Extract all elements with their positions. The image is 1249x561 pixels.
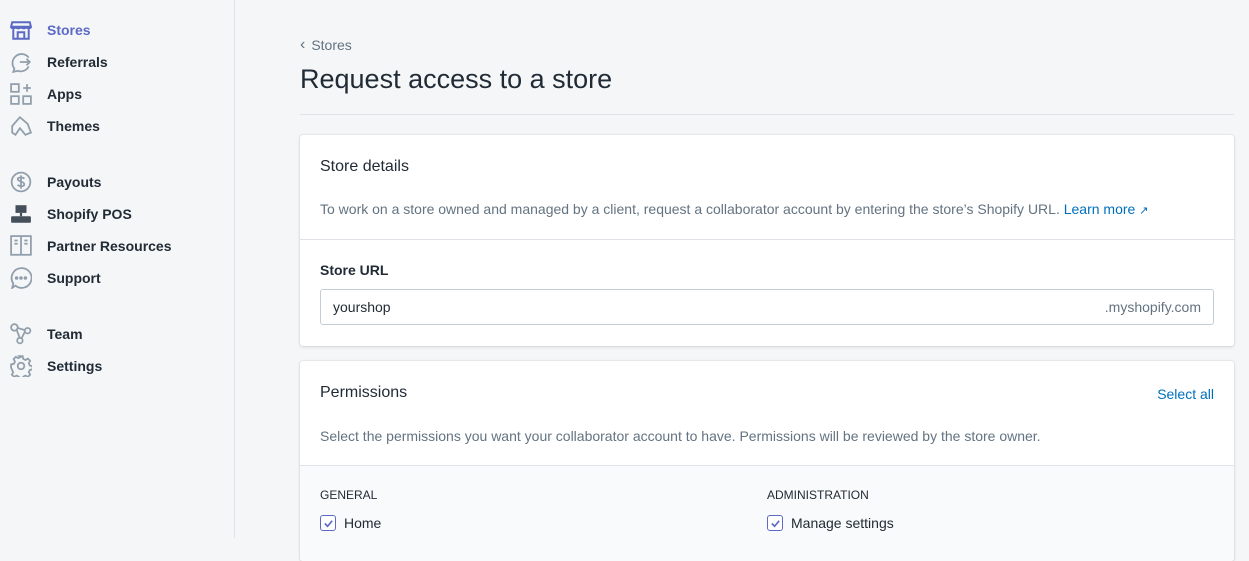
sidebar-item-themes[interactable]: Themes bbox=[10, 114, 100, 138]
sidebar-item-team[interactable]: Team bbox=[10, 322, 83, 346]
sidebar-item-label: Payouts bbox=[47, 174, 102, 190]
sidebar-item-referrals[interactable]: Referrals bbox=[10, 50, 108, 74]
breadcrumb-back-link[interactable]: ‹ Stores bbox=[300, 36, 352, 54]
sidebar-item-stores[interactable]: Stores bbox=[10, 18, 91, 42]
referrals-icon bbox=[11, 53, 32, 73]
general-heading: GENERAL bbox=[320, 488, 378, 502]
select-all-link[interactable]: Select all bbox=[1157, 386, 1214, 402]
chevron-left-icon: ‹ bbox=[300, 36, 306, 53]
checkbox-checked-icon bbox=[767, 515, 783, 531]
dollar-icon bbox=[10, 171, 32, 193]
checkbox-checked-icon bbox=[320, 515, 336, 531]
sidebar-item-settings[interactable]: Settings bbox=[10, 354, 102, 378]
store-details-card: Store details To work on a store owned a… bbox=[300, 135, 1234, 346]
team-icon bbox=[10, 323, 32, 345]
book-icon bbox=[10, 235, 32, 256]
page-title: Request access to a store bbox=[300, 64, 613, 94]
permission-label: Home bbox=[344, 515, 382, 531]
sidebar-item-label: Stores bbox=[47, 22, 91, 38]
store-url-suffix: .myshopify.com bbox=[1104, 299, 1201, 315]
permissions-title: Permissions bbox=[320, 384, 408, 401]
external-link-icon: ↗ bbox=[1139, 205, 1149, 217]
store-details-title: Store details bbox=[320, 158, 409, 175]
store-url-input[interactable]: yourshop .myshopify.com bbox=[320, 289, 1214, 325]
administration-heading: ADMINISTRATION bbox=[767, 488, 869, 502]
sidebar-item-label: Shopify POS bbox=[47, 206, 132, 222]
store-details-description: To work on a store owned and managed by … bbox=[320, 201, 1148, 217]
sidebar-item-label: Partner Resources bbox=[47, 238, 172, 254]
sidebar: Stores Referrals Apps Themes Payouts Sho… bbox=[0, 0, 235, 538]
sidebar-item-label: Apps bbox=[47, 86, 82, 102]
permission-manage-settings-checkbox[interactable]: Manage settings bbox=[767, 515, 894, 531]
sidebar-item-support[interactable]: Support bbox=[10, 266, 101, 290]
permission-home-checkbox[interactable]: Home bbox=[320, 515, 381, 531]
breadcrumb-label: Stores bbox=[311, 37, 352, 53]
learn-more-label: Learn more bbox=[1063, 201, 1136, 217]
header-divider bbox=[300, 114, 1234, 115]
apps-icon bbox=[10, 83, 32, 105]
store-url-label: Store URL bbox=[320, 262, 389, 278]
sidebar-item-label: Settings bbox=[47, 358, 103, 374]
divider bbox=[300, 239, 1234, 240]
chat-icon bbox=[10, 267, 32, 289]
pos-icon bbox=[11, 205, 31, 223]
sidebar-item-label: Team bbox=[47, 326, 83, 342]
sidebar-item-label: Referrals bbox=[47, 54, 108, 70]
sidebar-item-label: Themes bbox=[47, 118, 100, 134]
permissions-description: Select the permissions you want your col… bbox=[320, 428, 1041, 444]
store-url-value: yourshop bbox=[333, 299, 391, 315]
sidebar-item-partner-resources[interactable]: Partner Resources bbox=[10, 234, 172, 258]
permissions-card: Permissions Select all Select the permis… bbox=[300, 361, 1234, 561]
sidebar-item-payouts[interactable]: Payouts bbox=[10, 170, 101, 194]
description-text: To work on a store owned and managed by … bbox=[320, 201, 1060, 217]
sidebar-item-shopify-pos[interactable]: Shopify POS bbox=[10, 202, 132, 226]
sidebar-item-label: Support bbox=[47, 270, 101, 286]
learn-more-link[interactable]: Learn more ↗ bbox=[1064, 201, 1149, 217]
gear-icon bbox=[10, 355, 32, 377]
sidebar-item-apps[interactable]: Apps bbox=[10, 82, 82, 106]
permission-label: Manage settings bbox=[791, 515, 894, 531]
permissions-list: GENERAL Home ADMINISTRATION Manage setti… bbox=[300, 466, 1234, 561]
store-icon bbox=[10, 21, 32, 40]
themes-icon bbox=[11, 115, 32, 137]
